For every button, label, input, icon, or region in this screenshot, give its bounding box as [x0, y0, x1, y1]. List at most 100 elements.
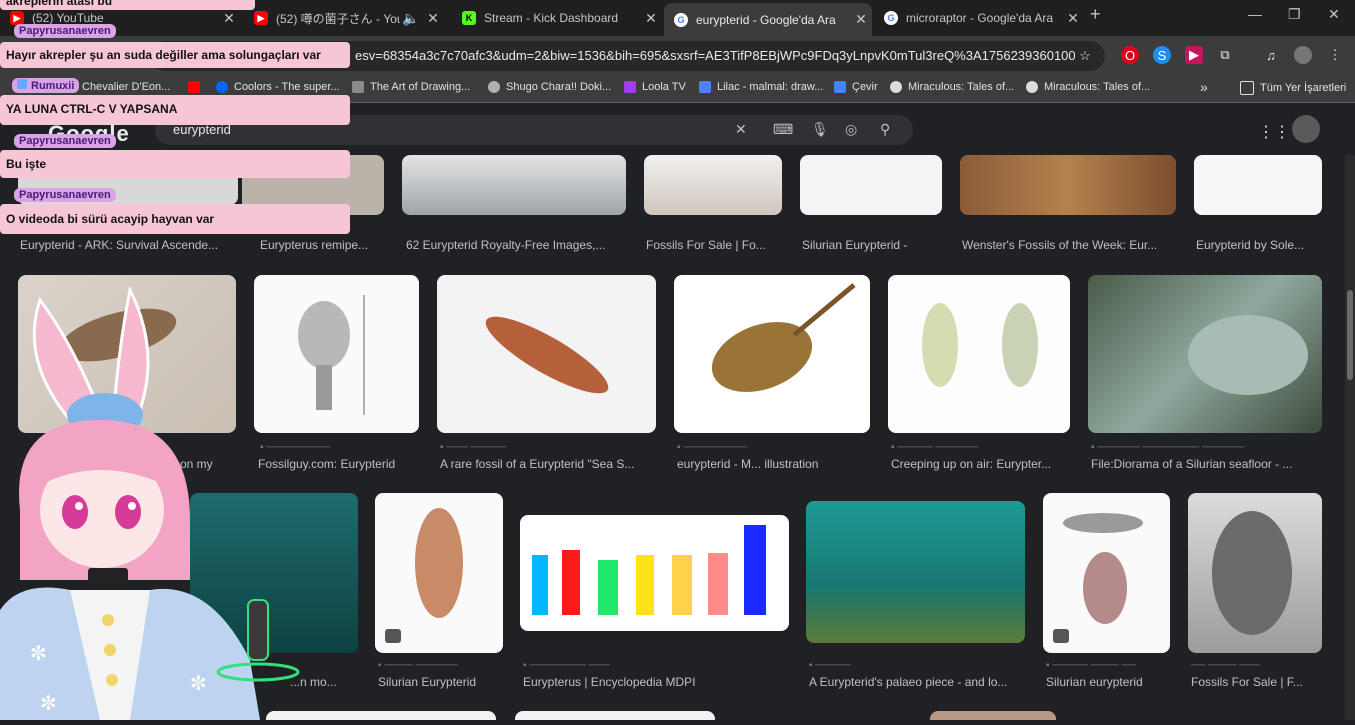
all-bookmarks[interactable]: Tüm Yer İşaretleri: [1240, 81, 1346, 95]
minimize-icon[interactable]: —: [1248, 6, 1262, 22]
clear-icon[interactable]: ✕: [735, 121, 747, 138]
result-image[interactable]: [644, 155, 782, 215]
bookmark-item[interactable]: Loola TV: [624, 81, 686, 93]
chat-message: Bu işte: [0, 150, 350, 178]
result-caption[interactable]: Wenster's Fossils of the Week: Eur...: [962, 238, 1176, 252]
eurypterid-model-image: [485, 316, 609, 394]
result-source: ▪ ─────────: [677, 442, 748, 453]
result-caption[interactable]: Fossils For Sale | Fo...: [646, 238, 782, 252]
result-caption[interactable]: Eurypterid - ARK: Survival Ascende...: [20, 238, 238, 252]
result-caption[interactable]: File:Diorama of a Silurian seafloor - ..…: [1091, 457, 1321, 471]
result-caption[interactable]: A Eurypterid's palaeo piece - and lo...: [809, 675, 1025, 689]
result-image[interactable]: [960, 155, 1176, 215]
bookmark-item[interactable]: Lilac - malmal: draw...: [699, 81, 823, 93]
eurypterid-pair-image: [922, 303, 1038, 387]
result-source: ▪ ─────: [809, 660, 851, 671]
result-image[interactable]: [1194, 155, 1322, 215]
scrollbar-thumb[interactable]: [1347, 290, 1353, 380]
result-image[interactable]: [800, 155, 942, 215]
bookmark-star-icon[interactable]: ☆: [1076, 47, 1094, 65]
new-tab-button[interactable]: +: [1090, 4, 1101, 25]
lilac-icon: [699, 81, 711, 93]
speaker-icon[interactable]: 🔈: [400, 10, 422, 27]
avatar[interactable]: [1292, 115, 1320, 143]
result-image[interactable]: [402, 155, 626, 215]
result-image[interactable]: [888, 275, 1070, 433]
close-window-icon[interactable]: ✕: [1328, 6, 1340, 23]
restore-icon[interactable]: ❐: [1288, 6, 1301, 23]
bookmark-item[interactable]: Shugo Chara!! Doki...: [488, 81, 611, 93]
tab-title: eurypterid - Google'da Ara: [696, 12, 836, 27]
bookmark-item[interactable]: Miraculous: Tales of...: [1026, 81, 1150, 93]
result-image[interactable]: [515, 711, 715, 720]
result-source: ▪ ───── ──────: [891, 442, 979, 453]
result-caption[interactable]: 62 Eurypterid Royalty-Free Images,...: [406, 238, 626, 252]
close-icon[interactable]: ✕: [422, 10, 444, 27]
result-source: ▪ ───── ──── ──: [1046, 660, 1136, 671]
result-image[interactable]: [375, 493, 503, 653]
video-icon: [1053, 629, 1069, 643]
chat-message: O videoda bi sürü acayip hayvan var: [0, 204, 350, 234]
chat-message: YA LUNA CTRL-C V YAPSANA: [0, 95, 350, 125]
result-image[interactable]: [806, 501, 1025, 643]
result-image[interactable]: [674, 275, 870, 433]
result-image[interactable]: [1088, 275, 1322, 433]
miraculous-icon: [890, 81, 902, 93]
extension-red-icon[interactable]: ▶: [1185, 46, 1203, 64]
google-icon: G: [674, 12, 688, 27]
tab-microraptor[interactable]: G microraptor - Google'da Ara ✕: [874, 4, 1084, 32]
result-caption[interactable]: Silurian eurypterid: [1046, 675, 1170, 689]
bookmark-item[interactable]: Miraculous: Tales of...: [890, 81, 1014, 93]
media-control-icon[interactable]: ♫: [1262, 46, 1280, 64]
close-icon[interactable]: ✕: [1062, 10, 1084, 27]
chat-username: Papyrusanaevren: [14, 134, 116, 148]
url-text[interactable]: esv=68354a3c7c70afc3&udm=2&biw=1536&bih=…: [355, 48, 1075, 63]
result-caption[interactable]: Eurypterus | Encyclopedia MDPI: [523, 675, 789, 689]
result-source: ▪ ─── ─────: [440, 442, 506, 453]
result-caption[interactable]: Silurian Eurypterid: [378, 675, 503, 689]
result-image[interactable]: [520, 515, 789, 631]
microphone-icon[interactable]: 🎙: [811, 121, 829, 138]
svg-text:✼: ✼: [30, 641, 47, 665]
close-icon[interactable]: ✕: [640, 10, 662, 27]
chat-username: Papyrusanaevren: [14, 188, 116, 202]
bookmark-item[interactable]: The Art of Drawing...: [352, 81, 470, 93]
extension-blue-icon[interactable]: S: [1153, 46, 1171, 64]
result-caption[interactable]: eurypterid - M... illustration: [677, 457, 870, 471]
result-caption[interactable]: Silurian Eurypterid -: [802, 238, 942, 252]
result-image[interactable]: [1043, 493, 1170, 653]
drawing-icon: [352, 81, 364, 93]
result-image[interactable]: [930, 711, 1056, 720]
stream-chat-overlay: akreplerin atası bu Papyrusanaevren Hayı…: [0, 0, 352, 240]
scrollbar[interactable]: [1345, 155, 1355, 720]
result-image[interactable]: [437, 275, 656, 433]
profile-icon[interactable]: [1294, 46, 1312, 64]
tab-kick[interactable]: K Stream - Kick Dashboard ✕: [452, 4, 662, 32]
result-image[interactable]: [1188, 493, 1322, 653]
result-caption[interactable]: Fossils For Sale | F...: [1191, 675, 1321, 689]
menu-icon[interactable]: ⋮: [1326, 46, 1344, 64]
result-caption[interactable]: Eurypterus remipe...: [260, 238, 384, 252]
result-image[interactable]: [266, 711, 496, 720]
more-bookmarks-icon[interactable]: »: [1200, 79, 1208, 95]
eurypterid-fossil-image: [1212, 511, 1292, 635]
twitch-badge-icon: [17, 79, 27, 89]
result-source: ▪ ──── ──────: [378, 660, 458, 671]
size-comparison-chart-image: [532, 525, 766, 615]
keyboard-icon[interactable]: ⌨: [773, 121, 793, 138]
extensions-puzzle-icon[interactable]: ⧉: [1216, 46, 1234, 64]
result-caption[interactable]: Eurypterid by Sole...: [1196, 238, 1322, 252]
svg-text:✼: ✼: [40, 691, 57, 715]
tab-eurypterid[interactable]: G eurypterid - Google'da Ara ✕: [664, 3, 872, 36]
bookmark-item[interactable]: Çevir: [834, 81, 878, 93]
lens-icon[interactable]: ◎: [845, 121, 857, 138]
loola-icon: [624, 81, 636, 93]
shugo-icon: [488, 81, 500, 93]
result-caption[interactable]: Creeping up on air: Eurypter...: [891, 457, 1070, 471]
result-caption[interactable]: A rare fossil of a Eurypterid "Sea S...: [440, 457, 656, 471]
close-icon[interactable]: ✕: [850, 11, 872, 28]
chat-message: akreplerin atası bu: [0, 0, 255, 10]
translate-icon: [834, 81, 846, 93]
opera-extension-icon[interactable]: O: [1121, 46, 1139, 64]
search-icon[interactable]: ⚲: [880, 121, 890, 138]
